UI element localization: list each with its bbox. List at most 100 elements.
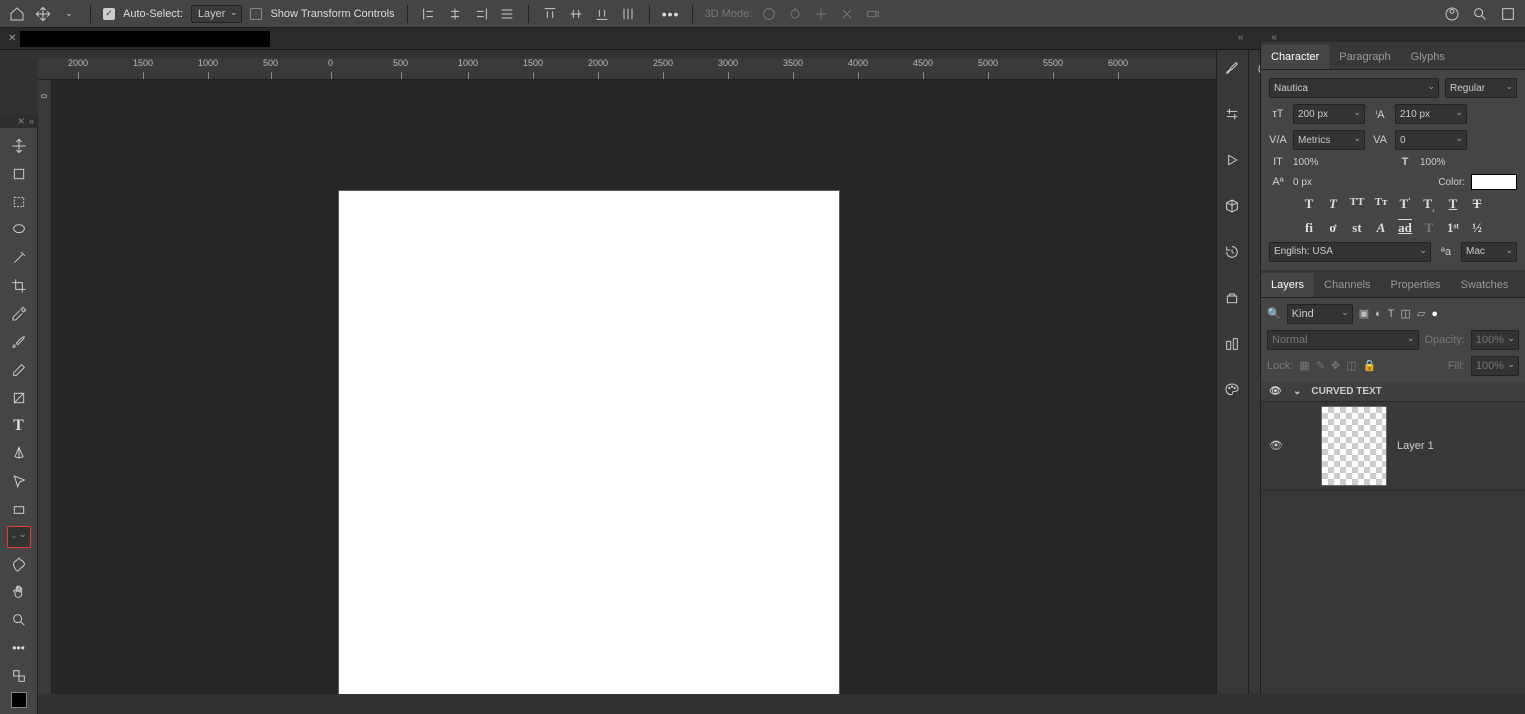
path-select-tool[interactable]	[7, 470, 31, 494]
smallcaps-button[interactable]: Tᴛ	[1372, 196, 1390, 214]
layer-name[interactable]: Layer 1	[1397, 440, 1434, 452]
search-icon[interactable]: 🔍	[1267, 307, 1281, 320]
underline-button[interactable]: T	[1444, 196, 1462, 214]
show-transform-checkbox[interactable]	[250, 8, 262, 20]
tab-glyphs[interactable]: Glyphs	[1401, 45, 1455, 69]
marquee-tool[interactable]	[7, 190, 31, 214]
tab-swatches[interactable]: Swatches	[1451, 273, 1519, 297]
type-tool[interactable]: T	[7, 414, 31, 438]
pen-tool[interactable]	[7, 442, 31, 466]
ligatures-button[interactable]: fi	[1300, 220, 1318, 236]
visibility-toggle-icon[interactable]: 👁	[1269, 386, 1283, 397]
eyedropper-tool[interactable]	[7, 302, 31, 326]
lock-position-icon[interactable]: ✥	[1331, 359, 1340, 372]
language-dropdown[interactable]: English: USA	[1269, 242, 1431, 262]
cloud-docs-icon[interactable]	[1443, 5, 1461, 23]
lasso-tool[interactable]	[7, 218, 31, 242]
font-weight-dropdown[interactable]: Regular	[1445, 78, 1517, 98]
hscale-value[interactable]: 100%	[1420, 157, 1517, 168]
align-vcenter-icon[interactable]	[567, 5, 585, 23]
tracking-input[interactable]: 0	[1395, 130, 1467, 150]
discretionary-lig-button[interactable]: st	[1348, 220, 1366, 236]
filter-toggle-icon[interactable]: ●	[1431, 308, 1438, 320]
allcaps-button[interactable]: TT	[1348, 196, 1366, 214]
vscale-value[interactable]: 100%	[1293, 157, 1390, 168]
baseline-value[interactable]: 0 px	[1293, 177, 1432, 188]
align-bottom-icon[interactable]	[593, 5, 611, 23]
rectangle-tool[interactable]	[7, 498, 31, 522]
font-size-input[interactable]: 200 px	[1293, 104, 1365, 124]
chevron-down-icon[interactable]: ⌄	[60, 5, 78, 23]
close-tab-icon[interactable]: ✕	[4, 33, 20, 44]
filter-shape-icon[interactable]: ◫	[1401, 307, 1411, 320]
font-family-dropdown[interactable]: Nautica	[1269, 78, 1439, 98]
eraser-tool[interactable]	[7, 358, 31, 382]
subscript-button[interactable]: T₁	[1420, 196, 1438, 214]
align-left-icon[interactable]	[420, 5, 438, 23]
edit-toolbar-icon[interactable]	[7, 664, 31, 688]
contextual-alt-button[interactable]: ơ	[1324, 220, 1342, 236]
document-tab[interactable]	[20, 31, 270, 47]
more-tools-icon[interactable]: •••	[7, 636, 31, 660]
tab-channels[interactable]: Channels	[1314, 273, 1380, 297]
lock-pixels-icon[interactable]: ✎	[1316, 359, 1325, 372]
titling-alt-button[interactable]: T	[1420, 220, 1438, 236]
brushes-panel-icon[interactable]	[1224, 60, 1242, 78]
strikethrough-button[interactable]: T	[1468, 196, 1486, 214]
hand-tool[interactable]	[7, 580, 31, 604]
artboard[interactable]	[338, 190, 840, 694]
filter-smart-icon[interactable]: ▱	[1417, 307, 1425, 320]
move-tool-icon[interactable]	[34, 5, 52, 23]
layer-thumbnail[interactable]	[1321, 406, 1387, 486]
more-options-icon[interactable]: •••	[662, 5, 680, 23]
text-color-swatch[interactable]	[1471, 174, 1517, 190]
magic-wand-tool[interactable]	[7, 246, 31, 270]
lock-transparency-icon[interactable]: ▦	[1299, 359, 1309, 372]
info-panel-icon[interactable]	[1224, 336, 1242, 354]
home-icon[interactable]	[8, 5, 26, 23]
toolbar-collapse-strip[interactable]: ✕»	[0, 114, 38, 128]
actions-panel-icon[interactable]	[1224, 152, 1242, 170]
crop-tool[interactable]	[7, 274, 31, 298]
history-panel-icon[interactable]	[1224, 244, 1242, 262]
align-top-icon[interactable]	[541, 5, 559, 23]
artboard-tool[interactable]	[7, 162, 31, 186]
adjustments-panel-icon[interactable]	[1224, 106, 1242, 124]
vertical-ruler[interactable]: 0	[38, 80, 52, 694]
layer-row[interactable]: 👁 Layer 1	[1261, 402, 1525, 491]
tab-character[interactable]: Character	[1261, 45, 1329, 69]
swash-button[interactable]: A	[1372, 220, 1390, 236]
move-tool[interactable]	[7, 134, 31, 158]
lock-artboard-icon[interactable]: ◫	[1346, 359, 1356, 372]
gradient-tool[interactable]	[7, 386, 31, 410]
blend-mode-dropdown[interactable]: Normal	[1267, 330, 1419, 350]
antialiasing-dropdown[interactable]: Mac	[1461, 242, 1517, 262]
canvas-area[interactable]	[52, 80, 1260, 694]
filter-pixel-icon[interactable]: ▣	[1359, 307, 1369, 320]
align-hcenter-icon[interactable]	[446, 5, 464, 23]
stylistic-alt-button[interactable]: ad	[1396, 220, 1414, 236]
search-icon[interactable]	[1471, 5, 1489, 23]
tab-layers[interactable]: Layers	[1261, 273, 1314, 297]
brush-tool[interactable]	[7, 330, 31, 354]
3d-panel-icon[interactable]	[1224, 198, 1242, 216]
superscript-button[interactable]: T¹	[1396, 196, 1414, 214]
kerning-dropdown[interactable]: Metrics	[1293, 130, 1365, 150]
libraries-panel-icon[interactable]	[1224, 290, 1242, 308]
distribute-h-icon[interactable]	[498, 5, 516, 23]
color-panel-icon[interactable]	[1224, 382, 1242, 400]
chevron-down-icon[interactable]: ⌄	[1293, 386, 1301, 397]
leading-input[interactable]: 210 px	[1395, 104, 1467, 124]
visibility-toggle-icon[interactable]: 👁	[1269, 439, 1283, 452]
tab-properties[interactable]: Properties	[1381, 273, 1451, 297]
lock-all-icon[interactable]: 🔒	[1363, 359, 1377, 372]
ellipse-tool[interactable]	[7, 526, 31, 548]
layer-filter-dropdown[interactable]: Kind	[1287, 304, 1353, 324]
fill-input[interactable]: 100%	[1471, 356, 1519, 376]
faux-bold-button[interactable]: T	[1300, 196, 1318, 214]
fractions-button[interactable]: ½	[1468, 220, 1486, 236]
workspace-icon[interactable]	[1499, 5, 1517, 23]
filter-type-icon[interactable]: T	[1388, 308, 1395, 320]
horizontal-ruler[interactable]: 2000150010005000500100015002000250030003…	[38, 58, 1260, 80]
filter-adjust-icon[interactable]: ◐	[1375, 308, 1382, 320]
